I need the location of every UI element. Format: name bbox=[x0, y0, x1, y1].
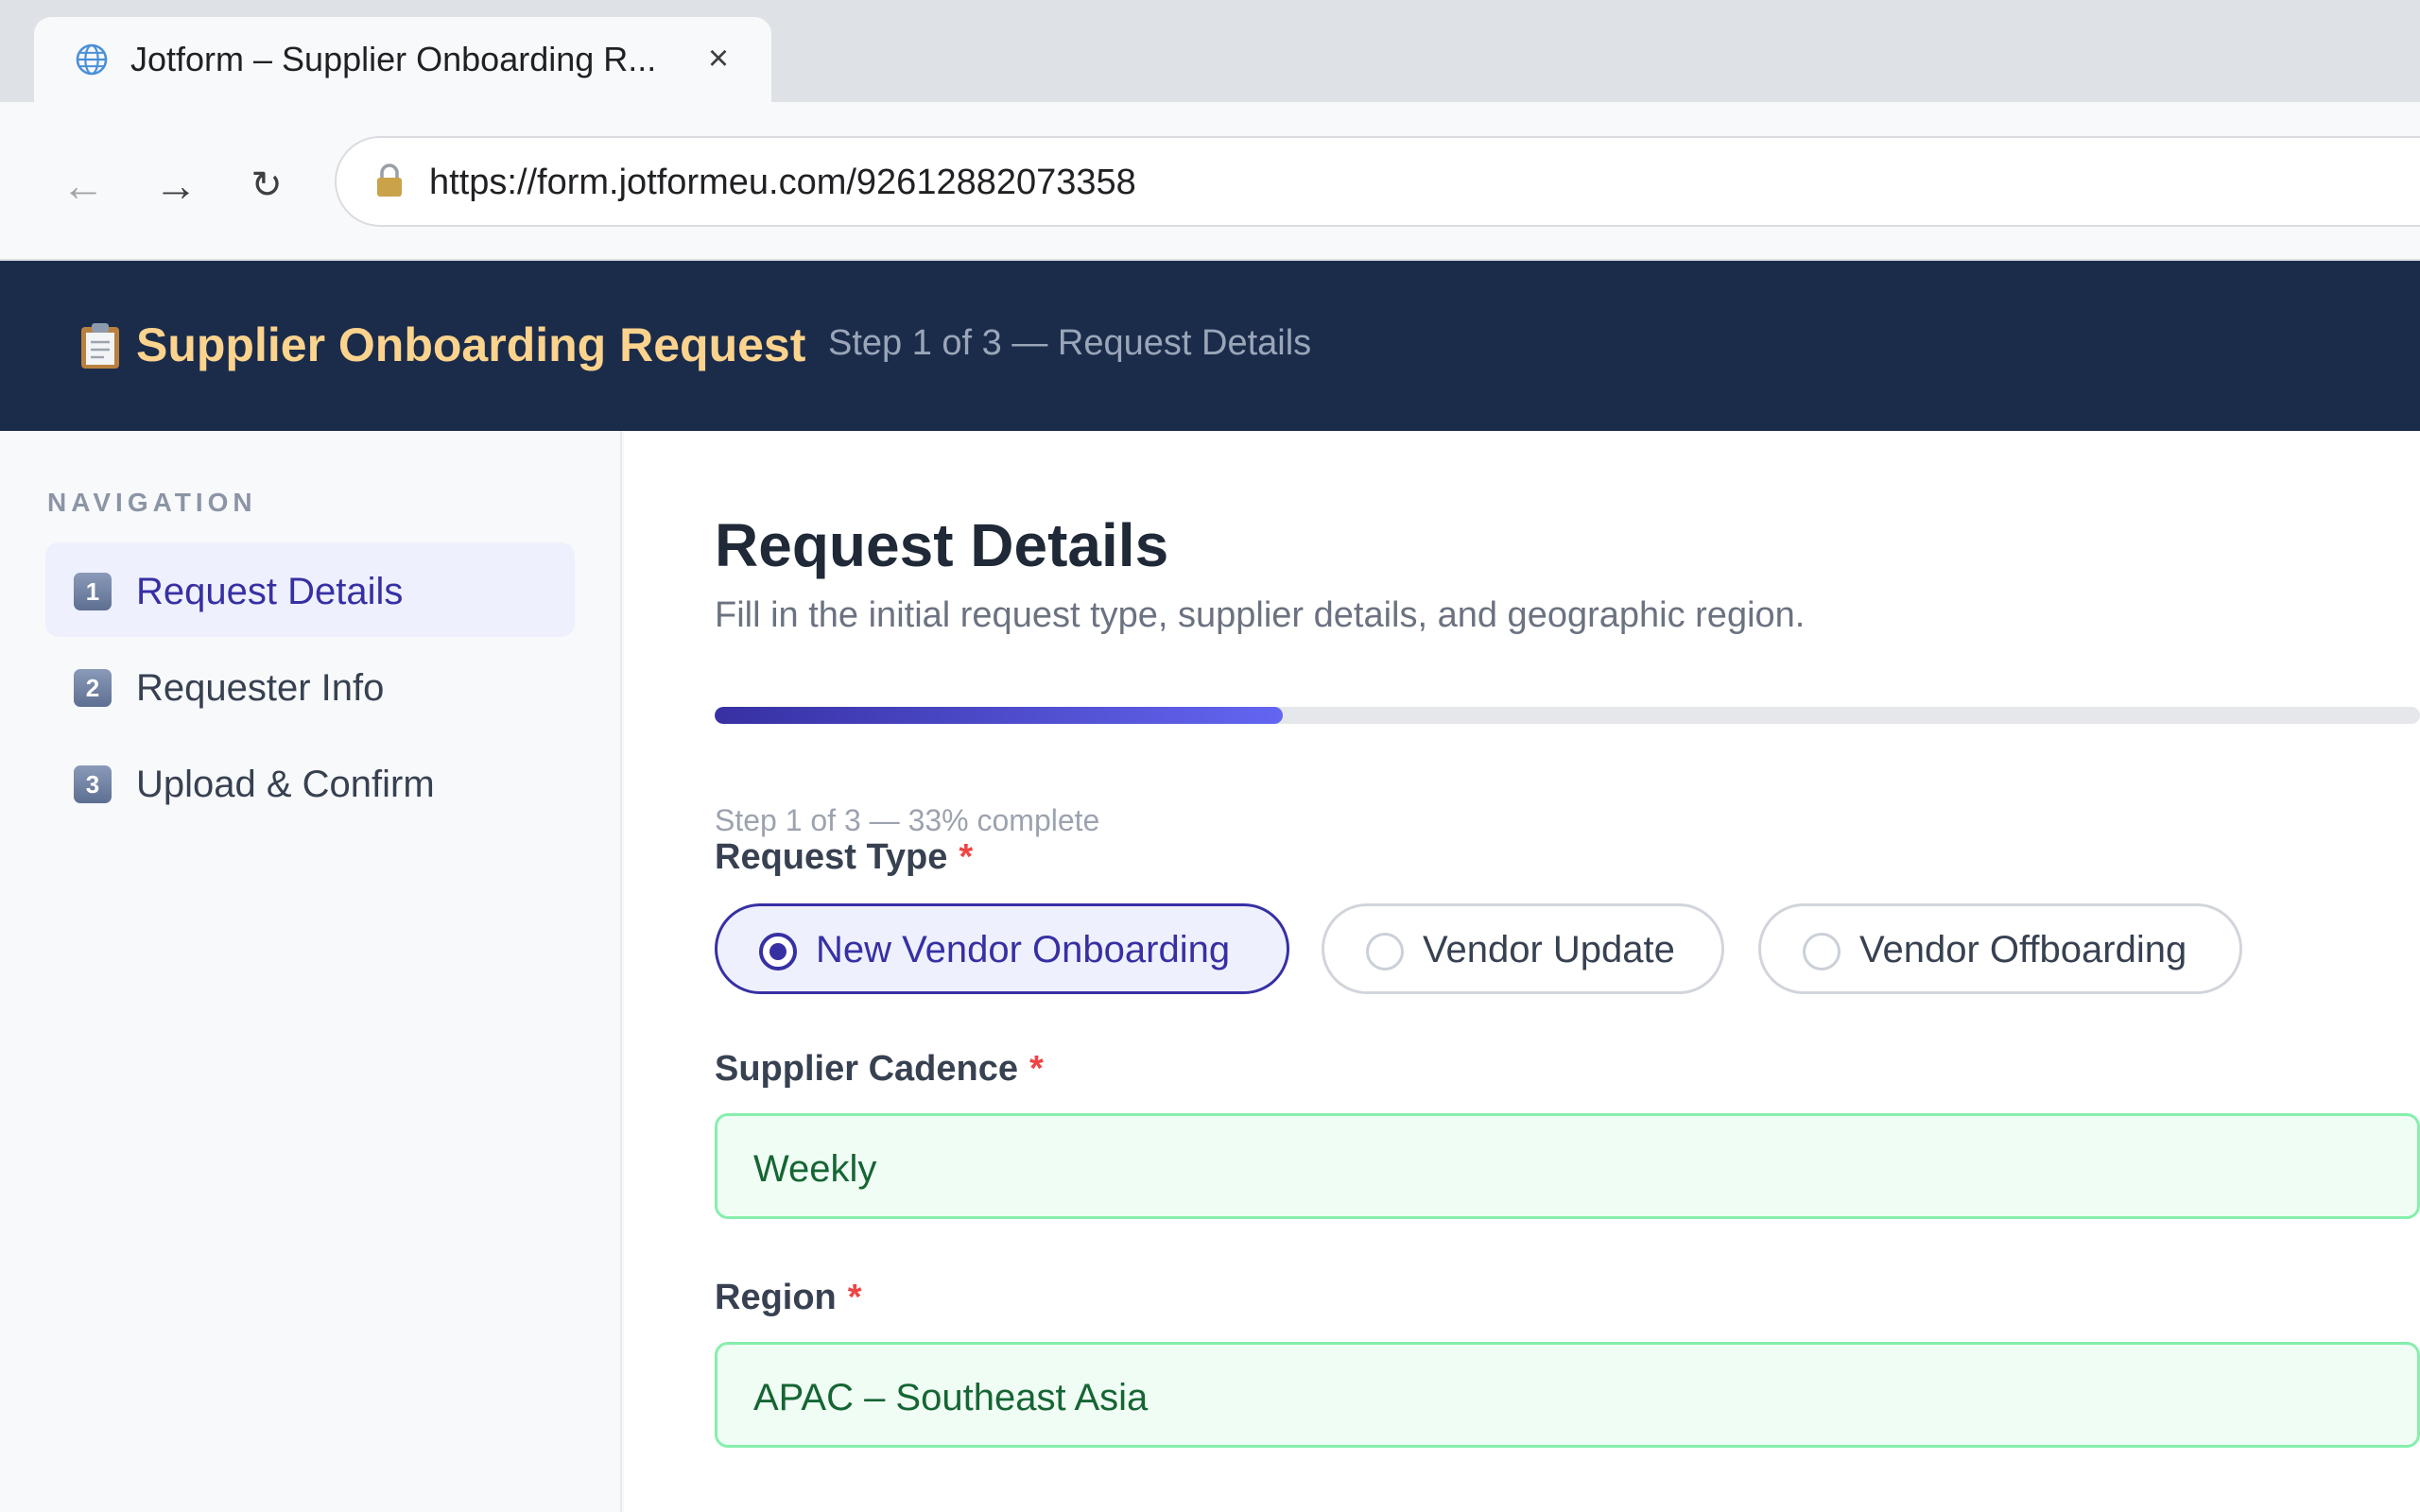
close-icon[interactable]: × bbox=[700, 40, 737, 77]
radio-unchecked-icon bbox=[1366, 933, 1404, 971]
required-marker: * bbox=[1028, 1049, 1044, 1089]
radio-vendor-offboarding[interactable]: Vendor Offboarding bbox=[1758, 903, 2242, 994]
reload-icon[interactable]: ↻ bbox=[233, 151, 301, 219]
tab-title: Jotform – Supplier Onboarding R... bbox=[130, 40, 657, 78]
clipboard-icon bbox=[81, 323, 119, 369]
sidebar-item-label: Upload & Confirm bbox=[136, 764, 435, 805]
required-marker: * bbox=[847, 1278, 862, 1317]
required-marker: * bbox=[959, 837, 974, 877]
request-type-label-text: Request Type bbox=[715, 837, 948, 877]
region-select[interactable]: APAC – Southeast Asia bbox=[715, 1342, 2420, 1448]
keycap-2-icon: 2 bbox=[74, 669, 112, 707]
app-header: Supplier Onboarding Request Step 1 of 3 … bbox=[0, 261, 2420, 431]
request-type-label: Request Type * bbox=[715, 837, 973, 878]
lock-icon bbox=[377, 163, 402, 197]
supplier-cadence-label-text: Supplier Cadence bbox=[715, 1049, 1018, 1089]
radio-label: Vendor Offboarding bbox=[1859, 929, 2187, 971]
supplier-cadence-select[interactable]: Weekly bbox=[715, 1113, 2420, 1219]
browser-tab-strip: Jotform – Supplier Onboarding R... × bbox=[0, 0, 2420, 104]
browser-toolbar: ← → ↻ https://form.jotformeu.com/9261288… bbox=[0, 102, 2420, 261]
sidebar-item-upload-confirm[interactable]: 3 Upload & Confirm bbox=[45, 735, 575, 830]
page-title: Request Details bbox=[715, 511, 1169, 579]
radio-label: New Vendor Onboarding bbox=[816, 929, 1231, 971]
sidebar: NAVIGATION 1 Request Details 2 Requester… bbox=[0, 431, 622, 1512]
sidebar-item-label: Requester Info bbox=[136, 667, 385, 709]
region-value: APAC – Southeast Asia bbox=[753, 1377, 1149, 1418]
keycap-3-icon: 3 bbox=[74, 765, 112, 803]
header-step: Step 1 of 3 — Request Details bbox=[828, 323, 1312, 363]
arrow-left-icon[interactable]: ← bbox=[49, 151, 117, 219]
sidebar-item-label: Request Details bbox=[136, 571, 404, 612]
globe-icon bbox=[76, 43, 108, 76]
progress-bar bbox=[715, 707, 2420, 724]
app-title: Supplier Onboarding Request bbox=[136, 318, 806, 371]
progress-text: Step 1 of 3 — 33% complete bbox=[715, 803, 1100, 837]
radio-unchecked-icon bbox=[1803, 933, 1841, 971]
supplier-cadence-value: Weekly bbox=[753, 1148, 877, 1190]
region-label: Region * bbox=[715, 1278, 862, 1318]
arrow-right-icon[interactable]: → bbox=[142, 151, 210, 219]
progress-fill bbox=[715, 707, 1284, 724]
region-label-text: Region bbox=[715, 1278, 837, 1317]
radio-new-vendor-onboarding[interactable]: New Vendor Onboarding bbox=[715, 903, 1289, 994]
nav-heading: NAVIGATION bbox=[47, 488, 257, 517]
keycap-1-icon: 1 bbox=[74, 573, 112, 610]
sidebar-item-requester-info[interactable]: 2 Requester Info bbox=[45, 639, 575, 733]
address-bar[interactable]: https://form.jotformeu.com/9261288207335… bbox=[335, 136, 2420, 227]
radio-label: Vendor Update bbox=[1423, 929, 1675, 971]
sidebar-item-request-details[interactable]: 1 Request Details bbox=[45, 542, 575, 637]
radio-vendor-update[interactable]: Vendor Update bbox=[1322, 903, 1724, 994]
browser-tab[interactable]: Jotform – Supplier Onboarding R... × bbox=[34, 17, 771, 104]
page-subtitle: Fill in the initial request type, suppli… bbox=[715, 595, 1806, 635]
radio-checked-icon bbox=[759, 933, 797, 971]
supplier-cadence-label: Supplier Cadence * bbox=[715, 1049, 1044, 1090]
url-text: https://form.jotformeu.com/9261288207335… bbox=[429, 163, 1136, 202]
main-content: Request Details Fill in the initial requ… bbox=[624, 431, 2420, 1512]
